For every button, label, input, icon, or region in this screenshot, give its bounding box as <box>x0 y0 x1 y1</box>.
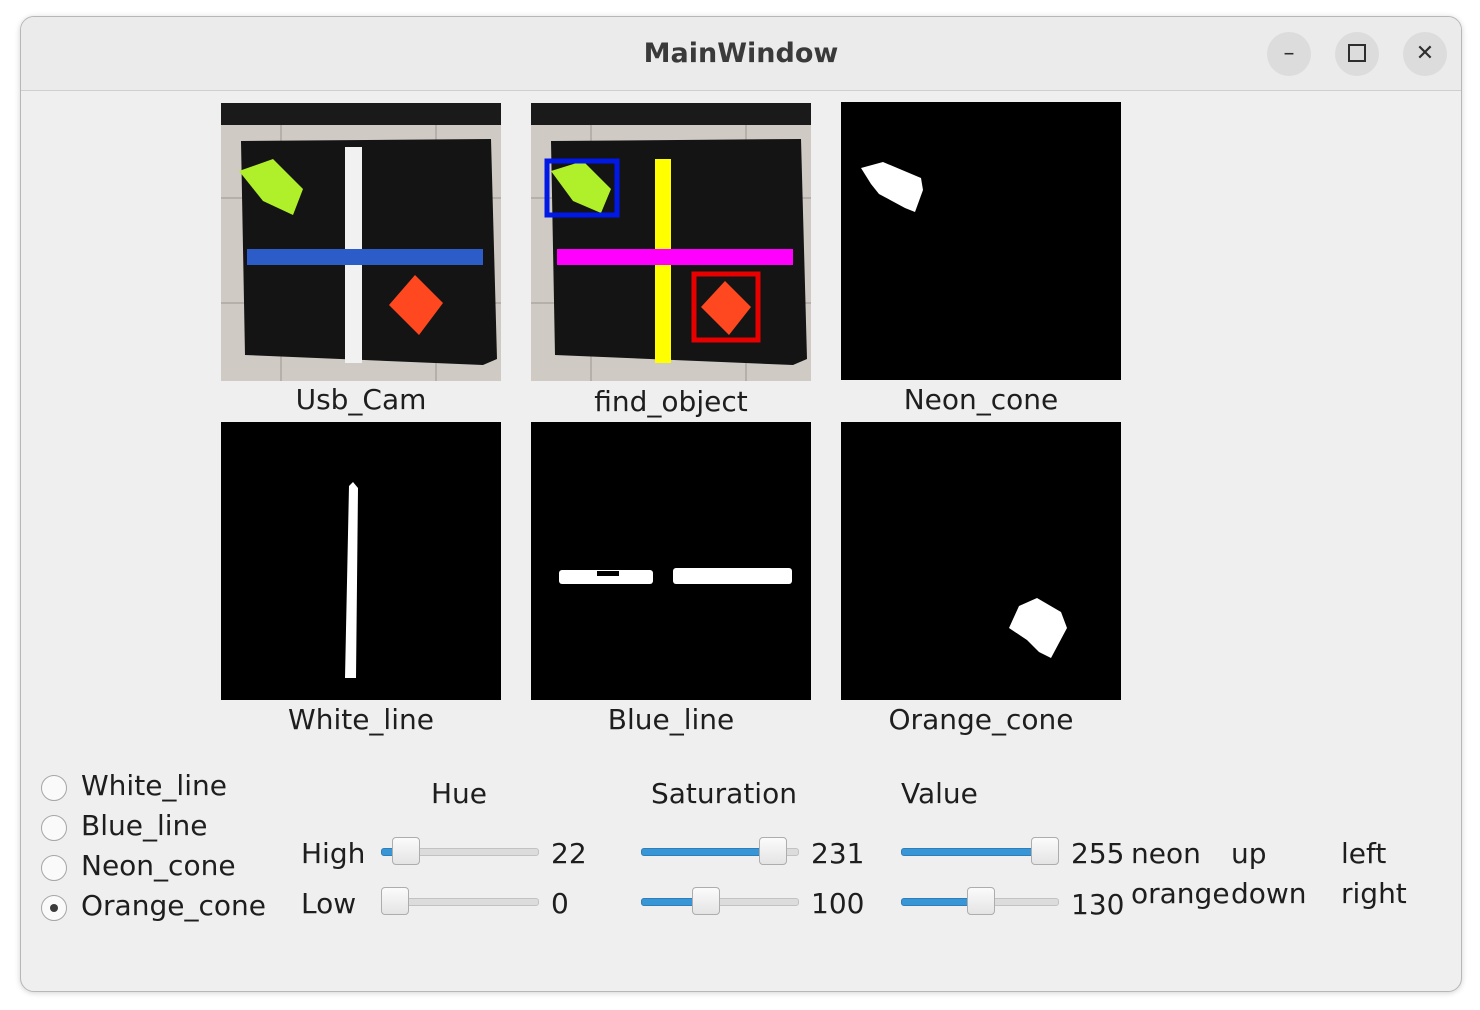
status-up-label: up <box>1231 837 1267 870</box>
blue-line-image <box>531 422 811 700</box>
saturation-heading: Saturation <box>651 777 797 810</box>
minimize-button[interactable]: – <box>1267 32 1311 76</box>
high-label: High <box>301 837 366 870</box>
value-low-value: 130 <box>1071 888 1125 921</box>
orange-cone-image <box>841 422 1121 700</box>
value-low-handle[interactable] <box>967 887 995 915</box>
orange-cone-caption: Orange_cone <box>888 703 1074 736</box>
window-title: MainWindow <box>643 38 839 69</box>
value-high-slider[interactable] <box>901 837 1059 867</box>
radio-orange-cone-label[interactable]: Orange_cone <box>81 889 266 922</box>
usb-cam-caption: Usb_Cam <box>295 383 427 416</box>
blue-line-caption: Blue_line <box>607 703 735 736</box>
hue-high-slider[interactable] <box>381 837 539 867</box>
hue-high-handle[interactable] <box>392 837 420 865</box>
radio-orange-cone[interactable]: Orange_cone <box>41 889 281 928</box>
white-line-caption: White_line <box>288 703 434 736</box>
neon-cone-caption: Neon_cone <box>903 383 1059 416</box>
maximize-icon <box>1348 43 1366 62</box>
hue-low-value: 0 <box>551 887 569 920</box>
close-button[interactable]: ✕ <box>1403 32 1447 76</box>
minimize-icon: – <box>1283 41 1295 66</box>
radio-white-line-label[interactable]: White_line <box>81 769 227 802</box>
radio-neon-cone[interactable]: Neon_cone <box>41 849 261 888</box>
value-high-handle[interactable] <box>1031 837 1059 865</box>
saturation-low-slider[interactable] <box>641 887 799 917</box>
usb-cam-image <box>221 103 501 381</box>
saturation-high-slider[interactable] <box>641 837 799 867</box>
radio-blue-line[interactable]: Blue_line <box>41 809 261 848</box>
hue-low-handle[interactable] <box>381 887 409 915</box>
radio-blue-line-indicator[interactable] <box>41 815 67 841</box>
radio-orange-cone-indicator[interactable] <box>41 895 67 921</box>
status-orange-label: orange <box>1131 877 1230 910</box>
saturation-high-handle[interactable] <box>759 837 787 865</box>
maximize-button[interactable] <box>1335 32 1379 76</box>
saturation-high-value: 231 <box>811 837 865 870</box>
hue-high-value: 22 <box>551 837 587 870</box>
status-right-label: right <box>1341 877 1407 910</box>
status-down-label: down <box>1231 877 1307 910</box>
title-bar[interactable]: MainWindow – ✕ <box>21 17 1461 91</box>
find-object-image <box>531 103 811 381</box>
find-object-caption: find_object <box>594 385 748 418</box>
low-label: Low <box>301 887 357 920</box>
hue-heading: Hue <box>431 777 488 810</box>
saturation-low-value: 100 <box>811 887 865 920</box>
main-content: Usb_Cam find_object Neon_cone White_line… <box>21 91 1461 991</box>
close-icon: ✕ <box>1415 41 1435 66</box>
radio-neon-cone-indicator[interactable] <box>41 855 67 881</box>
value-high-value: 255 <box>1071 837 1125 870</box>
main-window: MainWindow – ✕ Usb_Cam find_object Neon_… <box>20 16 1462 992</box>
radio-white-line[interactable]: White_line <box>41 769 261 808</box>
status-left-label: left <box>1341 837 1387 870</box>
radio-blue-line-label[interactable]: Blue_line <box>81 809 208 842</box>
hue-low-slider[interactable] <box>381 887 539 917</box>
saturation-high-fill <box>641 848 773 856</box>
saturation-low-handle[interactable] <box>692 887 720 915</box>
radio-neon-cone-label[interactable]: Neon_cone <box>81 849 236 882</box>
status-neon-label: neon <box>1131 837 1201 870</box>
neon-cone-image <box>841 102 1121 380</box>
value-low-slider[interactable] <box>901 887 1059 917</box>
value-high-fill <box>901 848 1045 856</box>
white-line-image <box>221 422 501 700</box>
radio-white-line-indicator[interactable] <box>41 775 67 801</box>
value-heading: Value <box>901 777 978 810</box>
